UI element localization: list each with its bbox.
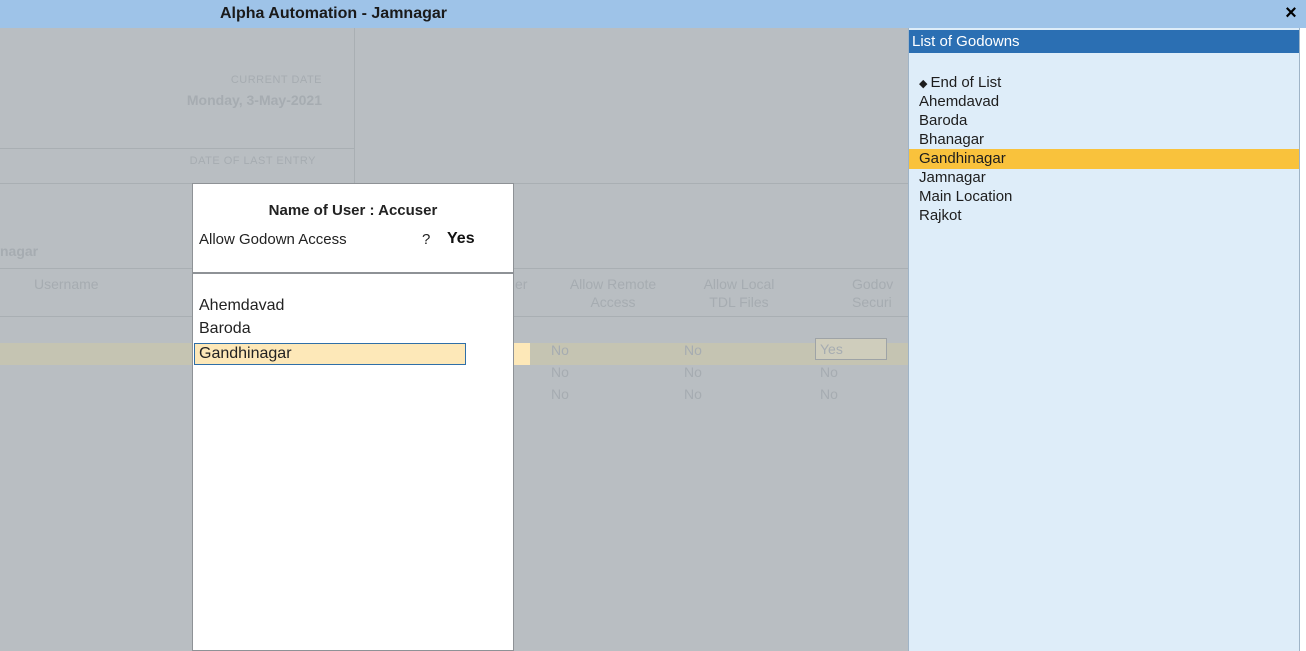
cell-godown-security: No [820, 364, 838, 380]
godown-entry[interactable]: Baroda [199, 320, 251, 338]
column-header-allow-local-tdl: Allow Local TDL Files [703, 276, 775, 310]
title-bar: Alpha Automation - Jamnagar × [0, 0, 1306, 28]
divider [0, 148, 354, 149]
close-icon[interactable]: × [1282, 3, 1300, 23]
column-header-username: Username [34, 276, 99, 292]
godown-entry-input[interactable]: Gandhinagar [194, 343, 466, 365]
cell-local-tdl: No [684, 364, 702, 380]
column-header-allow-remote-access: Allow Remote Access [569, 276, 657, 310]
list-item-label: End of List [930, 74, 1002, 91]
company-name: nagar [0, 243, 39, 259]
diamond-icon: ◆ [919, 78, 928, 90]
allow-godown-access-value[interactable]: Yes [447, 230, 475, 248]
column-header-godown-security: Godov Securi [852, 276, 894, 310]
list-item-jamnagar[interactable]: Jamnagar [909, 168, 1299, 188]
cell-godown-security: Yes [820, 341, 843, 357]
window-title: Alpha Automation - Jamnagar [220, 5, 447, 22]
selected-row-extension [514, 343, 530, 365]
allow-godown-access-question: ? [422, 231, 431, 248]
cell-local-tdl: No [684, 386, 702, 402]
last-entry-label: DATE OF LAST ENTRY [189, 155, 316, 167]
list-item-main-location[interactable]: Main Location [909, 187, 1299, 207]
list-of-godowns-panel: List of Godowns ◆ End of List Ahemdavad B… [908, 28, 1300, 651]
cell-local-tdl: No [684, 342, 702, 358]
list-item-end-of-list[interactable]: ◆ End of List [909, 73, 1299, 93]
column-header-partial: er [515, 276, 528, 292]
allow-godown-access-label: Allow Godown Access [199, 231, 347, 248]
popup-header: Name of User : Accuser Allow Godown Acce… [193, 184, 513, 274]
cell-godown-security: No [820, 386, 838, 402]
list-item-bhanagar[interactable]: Bhanagar [909, 130, 1299, 150]
user-name-label: Name of User : Accuser [268, 202, 438, 219]
current-date-label: CURRENT DATE [230, 74, 322, 86]
cell-remote-access: No [551, 364, 569, 380]
godown-access-popup: Name of User : Accuser Allow Godown Acce… [192, 183, 514, 651]
list-item-rajkot[interactable]: Rajkot [909, 206, 1299, 226]
godown-entry[interactable]: Ahemdavad [199, 297, 284, 315]
window-edge [1300, 28, 1306, 651]
list-item-gandhinagar[interactable]: Gandhinagar [909, 149, 1299, 169]
list-item-baroda[interactable]: Baroda [909, 111, 1299, 131]
cell-remote-access: No [551, 386, 569, 402]
list-item-ahemdavad[interactable]: Ahemdavad [909, 92, 1299, 112]
date-info-box: CURRENT DATE Monday, 3-May-2021 DATE OF … [0, 28, 355, 184]
list-title: List of Godowns [909, 30, 1299, 53]
cell-remote-access: No [551, 342, 569, 358]
current-date-value: Monday, 3-May-2021 [186, 92, 322, 108]
